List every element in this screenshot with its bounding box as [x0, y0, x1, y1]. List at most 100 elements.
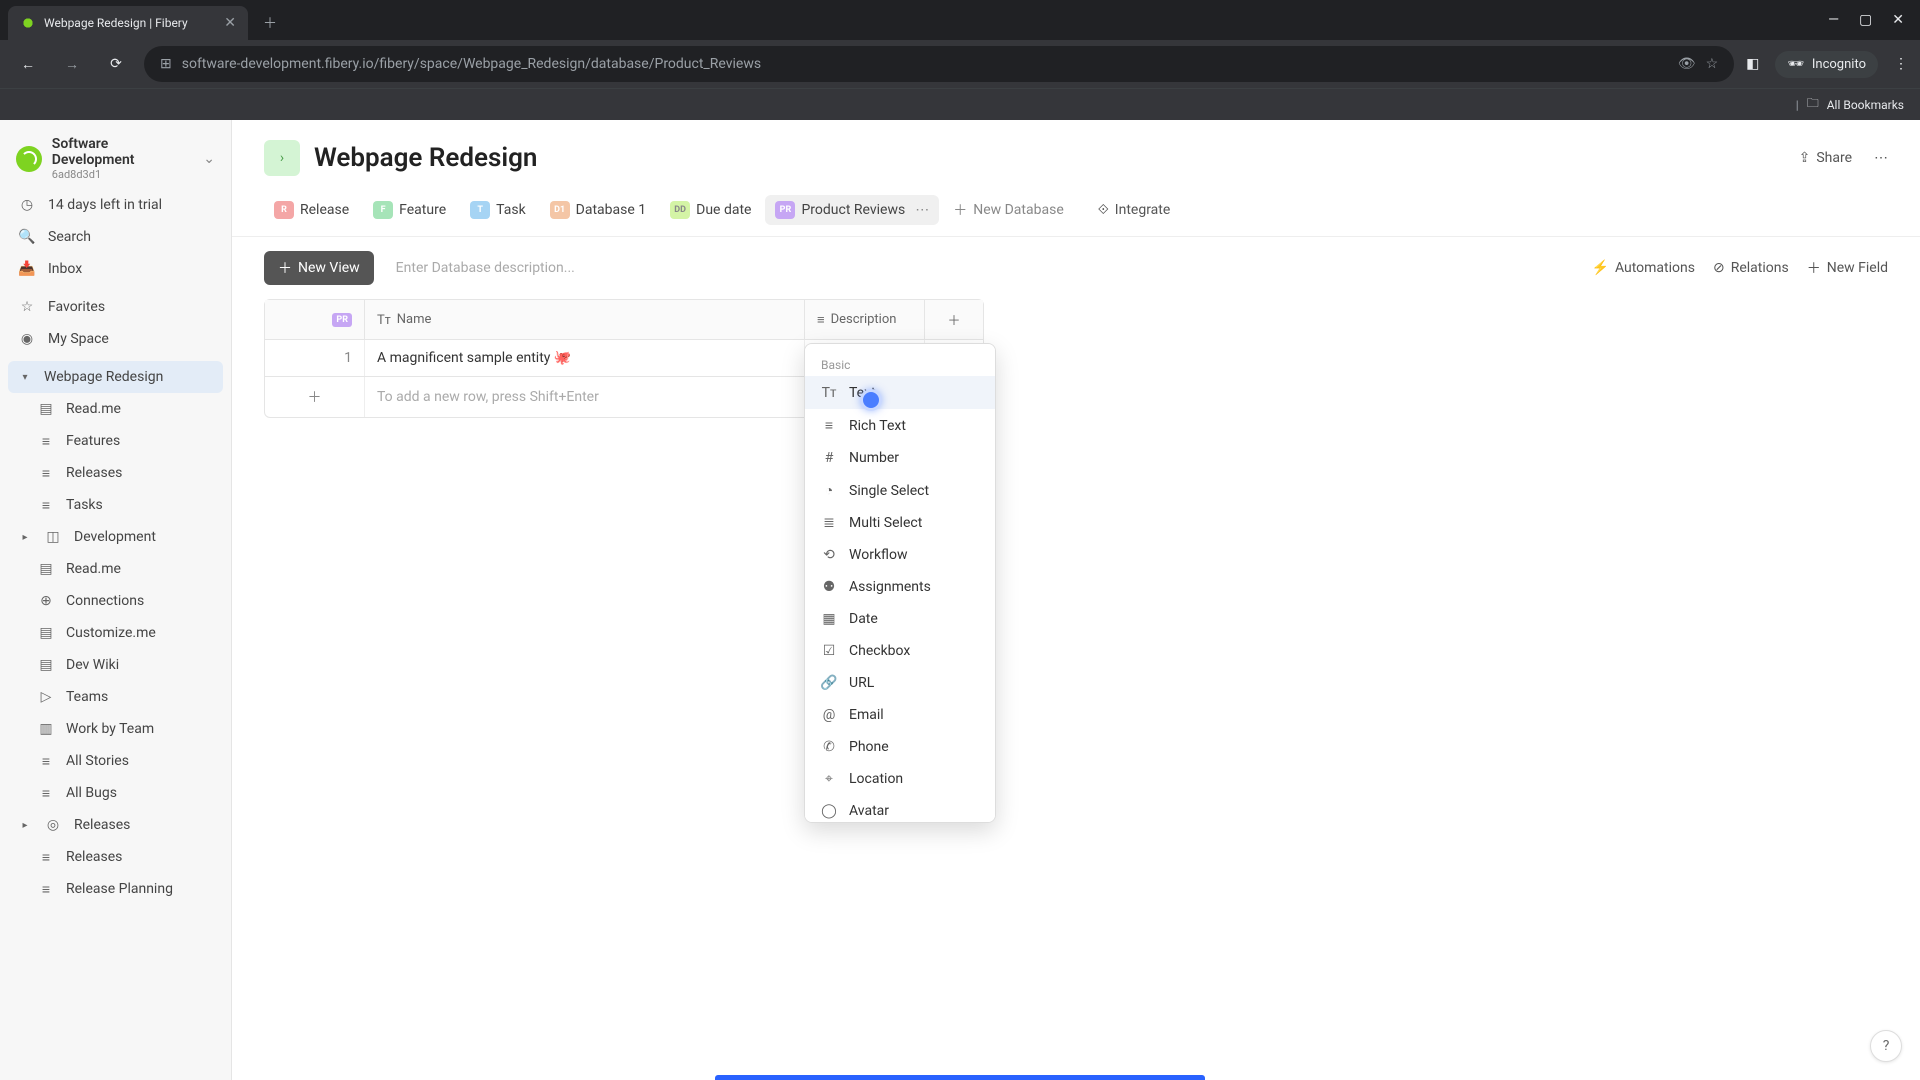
field-type-url[interactable]: 🔗URL [805, 667, 995, 699]
sidebar-space-releases[interactable]: ▸◎Releases [8, 809, 223, 841]
help-button[interactable]: ? [1870, 1030, 1902, 1062]
trial-status[interactable]: ◷ 14 days left in trial [8, 189, 223, 221]
add-column-button[interactable]: ＋ [925, 300, 983, 339]
db-tab-feature[interactable]: FFeature [363, 195, 456, 225]
new-tab-button[interactable]: ＋ [256, 9, 284, 37]
back-button[interactable]: ← [12, 48, 44, 80]
new-view-button[interactable]: ＋ New View [264, 251, 374, 285]
inbox-button[interactable]: 📥 Inbox [8, 253, 223, 285]
sidebar-item-all-bugs[interactable]: ≡All Bugs [8, 777, 223, 809]
sidebar-item-connections[interactable]: ⊕Connections [8, 585, 223, 617]
search-button[interactable]: 🔍 Search [8, 221, 223, 253]
close-tab-icon[interactable]: ✕ [224, 15, 236, 31]
share-button[interactable]: ⇪ Share [1789, 144, 1862, 172]
star-icon[interactable]: ☆ [1706, 56, 1719, 72]
field-type-location[interactable]: ⌖Location [805, 763, 995, 795]
site-info-icon[interactable]: ⊞ [160, 56, 172, 72]
eye-off-icon[interactable]: 👁 [1678, 56, 1696, 72]
field-type-date[interactable]: ▦Date [805, 603, 995, 635]
sidebar-item-label: Read.me [66, 561, 121, 577]
minimize-icon[interactable]: — [1828, 12, 1839, 28]
sidebar-item-read.me[interactable]: ▤Read.me [8, 553, 223, 585]
chevron-icon[interactable]: ▸ [18, 528, 32, 546]
new-field-button[interactable]: ＋ New Field [1807, 258, 1888, 278]
sidebar-item-teams[interactable]: ▷Teams [8, 681, 223, 713]
forward-button[interactable]: → [56, 48, 88, 80]
database-description-input[interactable]: Enter Database description... [386, 254, 585, 282]
sidebar-item-releases[interactable]: ≡Releases [8, 457, 223, 489]
field-type-checkbox[interactable]: ☑Checkbox [805, 635, 995, 667]
plus-icon: ＋ [1807, 258, 1821, 278]
db-tab-task[interactable]: TTask [460, 195, 536, 225]
sidebar-item-label: Tasks [66, 497, 103, 513]
new-database-button[interactable]: ＋New Database [943, 194, 1074, 226]
chevron-down-icon[interactable]: ⌄ [203, 151, 215, 167]
share-icon: ⇪ [1799, 150, 1811, 166]
workspace-switcher[interactable]: Software Development 6ad8d3d1 ⌄ [8, 132, 223, 189]
tab-title: Webpage Redesign | Fibery [44, 16, 188, 30]
db-tab-due-date[interactable]: DDDue date [660, 195, 761, 225]
page-title[interactable]: Webpage Redesign [314, 143, 537, 173]
sidebar-item-dev-wiki[interactable]: ▤Dev Wiki [8, 649, 223, 681]
column-description-header[interactable]: ≡ Description [805, 300, 925, 339]
field-type-workflow[interactable]: ⟲Workflow [805, 539, 995, 571]
close-window-icon[interactable]: ✕ [1892, 12, 1904, 28]
db-tab-product-reviews[interactable]: PRProduct Reviews⋯ [765, 195, 939, 225]
sidebar-item-features[interactable]: ≡Features [8, 425, 223, 457]
db-tab-database-1[interactable]: D1Database 1 [540, 195, 656, 225]
sidebar-item-release-planning[interactable]: ≡Release Planning [8, 873, 223, 905]
browser-menu-icon[interactable]: ⋮ [1894, 56, 1908, 72]
dev-icon: ◫ [44, 528, 62, 546]
field-type-multi-select[interactable]: ≣Multi Select [805, 507, 995, 539]
sidebar-item-customize.me[interactable]: ▤Customize.me [8, 617, 223, 649]
field-type-phone[interactable]: ✆Phone [805, 731, 995, 763]
relations-button[interactable]: ⊘ Relations [1713, 260, 1789, 276]
favorites-section[interactable]: ☆ Favorites [8, 291, 223, 323]
integrate-button[interactable]: ⟐Integrate [1088, 196, 1181, 224]
field-type-text[interactable]: TᴛText [805, 376, 995, 409]
field-type-label: Date [849, 611, 878, 627]
field-type-rich-text[interactable]: ≡Rich Text [805, 409, 995, 442]
sidebar-item-label: Work by Team [66, 721, 154, 737]
field-type-number[interactable]: #Number [805, 442, 995, 474]
doc-icon: ▤ [38, 624, 54, 642]
multi-select-icon: ≣ [821, 515, 837, 531]
sidebar-item-read.me[interactable]: ▤Read.me [8, 393, 223, 425]
sidebar-space-development[interactable]: ▸◫Development [8, 521, 223, 553]
field-type-assignments[interactable]: ⚉Assignments [805, 571, 995, 603]
sidebar-item-tasks[interactable]: ≡Tasks [8, 489, 223, 521]
collapse-sidebar-button[interactable]: › [264, 140, 300, 176]
column-name-header[interactable]: Tᴛ Name [365, 300, 805, 339]
add-row-plus[interactable]: ＋ [265, 377, 365, 417]
sidebar-item-work-by-team[interactable]: ▥Work by Team [8, 713, 223, 745]
panel-icon[interactable]: ◧ [1746, 56, 1759, 72]
sidebar-item-releases[interactable]: ≡Releases [8, 841, 223, 873]
field-type-single-select[interactable]: ◔Single Select [805, 474, 995, 507]
db-tab-release[interactable]: RRelease [264, 195, 359, 225]
row-name-cell[interactable]: A magnificent sample entity 🐙 [365, 340, 805, 376]
maximize-icon[interactable]: ▢ [1859, 12, 1872, 28]
db-badge: DD [670, 201, 690, 219]
inbox-label: Inbox [48, 261, 82, 277]
phone-icon: ✆ [821, 739, 837, 755]
field-type-email[interactable]: @Email [805, 699, 995, 731]
new-db-label: New Database [973, 202, 1064, 218]
field-type-dropdown[interactable]: Basic TᴛText≡Rich Text#Number◔Single Sel… [804, 343, 996, 823]
bolt-icon: ⚡ [1592, 260, 1609, 276]
more-icon[interactable]: ⋯ [915, 202, 929, 218]
reload-button[interactable]: ⟳ [100, 48, 132, 80]
sidebar-item-all-stories[interactable]: ≡All Stories [8, 745, 223, 777]
chevron-icon[interactable]: ▸ [18, 816, 32, 834]
more-icon[interactable]: ⋯ [1874, 150, 1888, 166]
address-bar[interactable]: ⊞ software-development.fibery.io/fibery/… [144, 46, 1734, 82]
sidebar-item-label: All Bugs [66, 785, 117, 801]
sidebar-item-label: Releases [66, 465, 122, 481]
incognito-badge[interactable]: 🕶 Incognito [1775, 51, 1878, 78]
myspace-section[interactable]: ◉ My Space [8, 323, 223, 355]
chevron-icon[interactable]: ▾ [18, 368, 32, 386]
field-type-avatar[interactable]: ◯Avatar [805, 795, 995, 823]
automations-button[interactable]: ⚡ Automations [1592, 260, 1695, 276]
sidebar-space-webpage-redesign[interactable]: ▾Webpage Redesign [8, 361, 223, 393]
browser-tab[interactable]: Webpage Redesign | Fibery ✕ [8, 6, 248, 40]
all-bookmarks-link[interactable]: All Bookmarks [1827, 98, 1904, 112]
